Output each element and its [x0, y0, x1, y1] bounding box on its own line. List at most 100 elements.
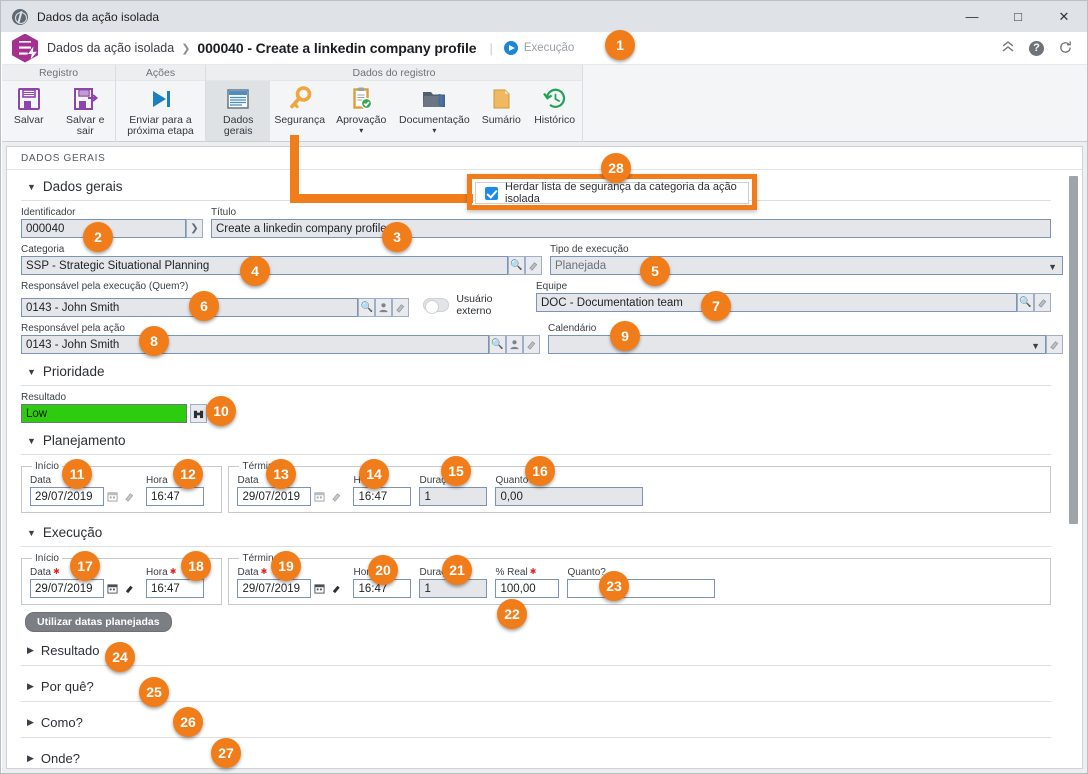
close-button[interactable]: ✕: [1041, 1, 1087, 32]
triangle-right-icon: ▶: [27, 681, 34, 691]
toolbar-button-salvar-e-sair[interactable]: Salvar e sair: [56, 81, 115, 141]
calendar-icon[interactable]: [104, 579, 121, 598]
help-icon[interactable]: ?: [1029, 40, 1044, 56]
planejamento-termino-data-input[interactable]: [237, 487, 312, 506]
planejamento-inicio-hora-input[interactable]: [146, 487, 204, 506]
user-picker-icon[interactable]: [375, 298, 393, 317]
divider: [21, 546, 1051, 547]
clear-brush-icon[interactable]: [328, 487, 345, 506]
refresh-icon[interactable]: [1058, 40, 1073, 57]
annotation-badge-21: 21: [442, 555, 472, 585]
required-marker: ✱: [260, 567, 268, 576]
save-icon: [15, 85, 43, 113]
annotation-badge-24: 24: [105, 642, 135, 672]
clear-brush-icon[interactable]: [525, 256, 542, 275]
required-marker: ✱: [169, 567, 177, 576]
binoculars-icon[interactable]: [190, 404, 207, 423]
annotation-badge-7: 7: [701, 291, 731, 321]
planejamento-duracao-input[interactable]: [419, 487, 488, 506]
ribbon-group-title: Dados do registro: [206, 65, 582, 81]
toolbar-button-salvar[interactable]: Salvar: [2, 81, 56, 141]
search-icon[interactable]: 🔍: [358, 298, 376, 317]
clear-brush-icon[interactable]: [328, 579, 345, 598]
utilizar-datas-planejadas-button[interactable]: Utilizar datas planejadas: [25, 612, 172, 632]
herdar-seguranca-label: Herdar lista de segurança da categoria d…: [505, 181, 737, 205]
clear-brush-icon[interactable]: [392, 298, 410, 317]
summary-page-icon: [487, 85, 515, 113]
annotation-badge-11: 11: [62, 459, 92, 489]
toolbar-button-documentacao[interactable]: Documentação ▾: [393, 81, 475, 141]
search-icon[interactable]: 🔍: [1017, 293, 1034, 312]
toolbar-button-dados-gerais[interactable]: Dados gerais: [206, 81, 271, 141]
calendar-icon[interactable]: [104, 487, 121, 506]
execucao-inicio-hora-input[interactable]: [146, 579, 204, 598]
group-legend: Início: [35, 553, 59, 564]
field-execucao-pct-real: % Real ✱: [495, 567, 560, 598]
calendar-icon[interactable]: [311, 579, 328, 598]
breadcrumb-root[interactable]: Dados da ação isolada: [47, 41, 174, 55]
divider: [21, 385, 1051, 386]
clear-brush-icon[interactable]: [1034, 293, 1051, 312]
equipe-input[interactable]: [536, 293, 1017, 312]
collapse-ribbon-icon[interactable]: [1001, 40, 1015, 56]
window-controls: — □ ✕: [949, 1, 1087, 32]
section-header-planejamento[interactable]: ▼ Planejamento: [21, 427, 1051, 454]
responsavel-acao-input[interactable]: [21, 335, 489, 354]
tipo-execucao-select[interactable]: [550, 256, 1063, 275]
execucao-inicio-data-input[interactable]: [30, 579, 104, 598]
general-data-icon: [224, 85, 252, 113]
execucao-pct-real-input[interactable]: [495, 579, 560, 598]
titulo-input[interactable]: [211, 219, 1051, 238]
planejamento-inicio-data-input[interactable]: [30, 487, 104, 506]
divider: [21, 665, 1051, 666]
field-label: Resultado: [21, 392, 67, 403]
field-resultado-prioridade: Resultado Low: [21, 392, 1051, 423]
section-title: Como?: [40, 715, 83, 730]
field-tipo-execucao: Tipo de execução ▼: [550, 244, 1063, 275]
user-picker-icon[interactable]: [506, 335, 523, 354]
herdar-seguranca-checkbox[interactable]: [485, 186, 498, 200]
search-icon[interactable]: 🔍: [508, 256, 525, 275]
clear-brush-icon[interactable]: [121, 579, 138, 598]
toolbar-button-sumario[interactable]: Sumário: [475, 81, 527, 141]
toolbar-button-enviar-proxima-etapa[interactable]: Enviar para a próxima etapa: [116, 81, 205, 141]
section-header-prioridade[interactable]: ▼ Prioridade: [21, 358, 1051, 385]
chevron-right-icon[interactable]: ❯: [186, 219, 203, 238]
field-label: Responsável pela execução (Quem?): [21, 281, 189, 292]
section-title: Por quê?: [40, 679, 94, 694]
field-label: Identificador: [21, 207, 76, 218]
ribbon-group-dados-registro: Dados do registro Dados gerais Segurança…: [206, 65, 583, 142]
toolbar-label: Enviar para a próxima etapa: [127, 114, 194, 137]
section-header-resultado[interactable]: ▶ Resultado: [21, 636, 1051, 665]
planejamento-quanto-input[interactable]: [495, 487, 644, 506]
section-header-execucao[interactable]: ▼ Execução: [21, 519, 1051, 546]
breadcrumb-separator-icon: ❯: [181, 42, 191, 55]
chevron-down-icon[interactable]: ▾: [359, 127, 363, 135]
field-responsavel-execucao: Responsável pela execução (Quem?) 🔍: [21, 281, 528, 317]
ribbon-toolbar: Registro Salvar Salvar e sair Ações Envi…: [2, 65, 1087, 142]
toolbar-button-historico[interactable]: Histórico: [527, 81, 582, 141]
panel-scrollbar-thumb[interactable]: [1069, 176, 1078, 524]
search-icon[interactable]: 🔍: [489, 335, 506, 354]
usuario-externo-toggle[interactable]: [423, 298, 450, 314]
execucao-termino-data-input[interactable]: [237, 579, 312, 598]
field-titulo: Título: [211, 207, 1051, 238]
execucao-quanto-input[interactable]: [567, 579, 716, 598]
annotation-badge-9: 9: [610, 321, 640, 351]
toolbar-button-seguranca[interactable]: Segurança: [270, 81, 329, 141]
herdar-seguranca-checkbox-row[interactable]: Herdar lista de segurança da categoria d…: [475, 181, 749, 205]
clear-brush-icon[interactable]: [1046, 335, 1063, 354]
clear-brush-icon[interactable]: [121, 487, 138, 506]
calendar-icon[interactable]: [311, 487, 328, 506]
section-header-por-que[interactable]: ▶ Por quê?: [21, 672, 1051, 701]
chevron-down-icon[interactable]: ▾: [432, 127, 436, 135]
field-label: Quanto?: [567, 567, 606, 578]
maximize-button[interactable]: □: [995, 1, 1041, 32]
toolbar-button-aprovacao[interactable]: Aprovação ▾: [329, 81, 393, 141]
toolbar-label: Salvar: [13, 114, 44, 126]
minimize-button[interactable]: —: [949, 1, 995, 32]
clear-brush-icon[interactable]: [523, 335, 540, 354]
planejamento-termino-hora-input[interactable]: [353, 487, 412, 506]
section-header-onde[interactable]: ▶ Onde?: [21, 744, 1051, 768]
ribbon-group-registro: Registro Salvar Salvar e sair: [2, 65, 116, 142]
